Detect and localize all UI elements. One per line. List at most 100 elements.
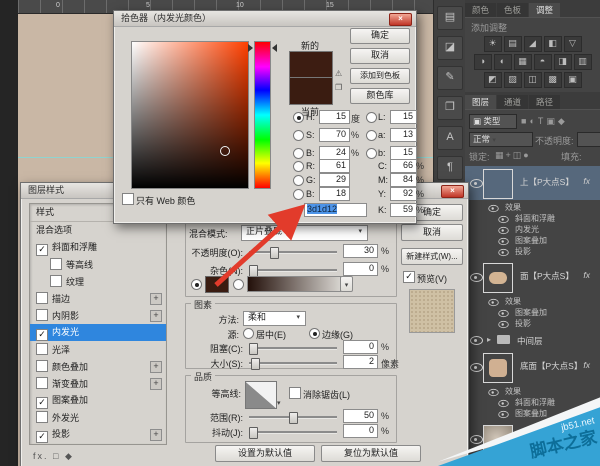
effect-row[interactable]: 内发光 [465,224,600,235]
antialias-checkbox[interactable] [289,387,301,399]
adjustment-icon-color-lookup[interactable]: ▥ [573,54,592,70]
gradient-bar[interactable] [247,276,341,292]
source-edge-radio[interactable] [309,328,320,339]
checkbox-checked[interactable]: ✓ [36,329,48,341]
jitter-slider[interactable] [249,427,337,439]
style-item-inner-shadow[interactable]: 内阴影 + [30,307,166,324]
effect-row[interactable]: 图案叠加 [465,235,600,246]
effect-row[interactable]: 投影 [465,246,600,257]
glow-color-swatch[interactable] [205,276,229,293]
lock-icons[interactable]: ▦+◫● [495,150,531,161]
fx-badge[interactable]: fx [583,360,590,370]
effect-row[interactable]: 投影 [465,318,600,329]
brush-panel-icon[interactable]: ✎ [437,66,463,90]
layer-thumbnail[interactable] [483,169,513,199]
fx-badge[interactable]: fx [583,270,590,280]
style-item-bevel-emboss[interactable]: ✓ 斜面和浮雕 [30,239,166,256]
filter-shape-icon[interactable]: ▣ [546,116,558,126]
opacity-field[interactable]: 30 [343,244,378,258]
adjustment-icon-exposure[interactable]: ◧ [543,36,562,52]
blend-mode-dropdown[interactable]: 正片叠底 ▾ [241,225,368,241]
b2-field[interactable]: 18 [319,187,350,201]
visibility-eye-icon[interactable] [498,237,509,246]
adjustment-icon-channel-mixer[interactable]: ◨ [553,54,572,70]
visibility-eye-icon[interactable] [470,435,483,444]
layer-row-face[interactable]: 面【P大点S】 fx [465,260,600,294]
reset-default-button[interactable]: 复位为默认值 [321,445,421,462]
hue-slider[interactable] [254,41,271,189]
source-center-radio[interactable] [243,328,254,339]
plus-icon[interactable]: + [150,361,162,373]
effects-header-row[interactable]: 效果 [465,296,600,307]
effect-row[interactable]: 图案叠加 [465,307,600,318]
visibility-eye-icon[interactable] [498,410,509,419]
styles-footer-icons[interactable]: fx. □ ◆ [33,451,74,462]
checkbox[interactable] [36,411,48,423]
k-field[interactable]: 59 [390,203,417,217]
size-slider[interactable] [249,358,337,370]
visibility-eye-icon[interactable] [498,399,509,408]
lock-pixels-icon[interactable]: + [506,150,513,160]
choke-field[interactable]: 0 [343,340,378,354]
l-radio[interactable] [366,112,377,123]
gamut-warning-icon[interactable]: ⚠ [335,69,342,78]
style-item-outer-glow[interactable]: 外发光 [30,409,166,426]
checkbox-checked[interactable]: ✓ [36,431,48,443]
layer-row-background[interactable]: 背景 [465,422,600,456]
checkbox[interactable] [36,309,48,321]
slider-handle[interactable] [270,247,280,259]
layer-row-top[interactable]: 上【P大点S】 fx [465,166,600,200]
cancel-button[interactable]: 取消 [350,48,410,64]
a-radio[interactable] [366,130,377,141]
style-item-satin[interactable]: 光泽 [30,341,166,358]
tab-swatches[interactable]: 色板 [497,3,529,17]
gradient-caret-button[interactable]: ▾ [340,276,353,292]
hue-pointer-left-icon[interactable] [248,44,253,52]
history-panel-icon[interactable]: ▤ [437,6,463,30]
range-field[interactable]: 50 [343,409,378,423]
visibility-eye-icon[interactable] [498,248,509,257]
noise-field[interactable]: 0 [343,262,378,276]
group-row-middle[interactable]: ▸ 中间层 [465,332,600,348]
g-radio[interactable] [293,175,304,186]
clone-source-panel-icon[interactable]: ❐ [437,96,463,120]
lab-b-radio[interactable] [366,148,377,159]
s-field[interactable]: 70 [319,128,350,142]
adjustment-icon-curves[interactable]: ◢ [523,36,542,52]
h-radio[interactable] [293,112,304,123]
adjustment-icon-posterize[interactable]: ▨ [503,72,522,88]
style-item-inner-glow[interactable]: ✓ 内发光 [30,324,166,341]
adjustment-icon-color-balance[interactable]: ◐ [493,54,512,70]
color-radio[interactable] [191,279,202,290]
layer-opacity-dropdown[interactable] [577,132,600,147]
hue-pointer-right-icon[interactable] [272,44,277,52]
effect-row[interactable]: 斜面和浮雕 [465,213,600,224]
noise-slider[interactable] [249,265,337,277]
tab-color[interactable]: 颜色 [465,3,497,17]
color-field[interactable] [131,41,249,189]
style-item-texture[interactable]: 纹理 [30,273,166,290]
style-item-gradient-overlay[interactable]: 渐变叠加 + [30,375,166,392]
jitter-field[interactable]: 0 [343,424,378,438]
paragraph-panel-icon[interactable]: ¶ [437,156,463,180]
plus-icon[interactable]: + [150,293,162,305]
visibility-eye-icon[interactable] [470,179,483,188]
cancel-button[interactable]: 取消 [401,224,463,241]
lock-transparency-icon[interactable]: ▦ [495,150,506,160]
adjustment-icon-black-white[interactable]: ▦ [513,54,532,70]
ok-button[interactable]: 确定 [350,28,410,44]
close-icon[interactable]: × [441,185,464,198]
checkbox-checked[interactable]: ✓ [36,244,48,256]
l-field[interactable]: 15 [390,110,417,124]
plus-icon[interactable]: + [150,378,162,390]
style-item-blending-options[interactable]: 混合选项 [30,222,166,239]
slider-handle[interactable] [249,427,258,439]
visibility-eye-icon[interactable] [470,336,483,345]
c-field[interactable]: 66 [390,159,417,173]
tab-adjustments[interactable]: 调整 [529,3,561,17]
visibility-eye-icon[interactable] [498,320,509,329]
h-field[interactable]: 15 [319,110,350,124]
r-radio[interactable] [293,161,304,172]
layer-row-bottom[interactable]: 底面【P大点S】 fx [465,350,600,384]
tab-channels[interactable]: 通道 [497,95,529,109]
